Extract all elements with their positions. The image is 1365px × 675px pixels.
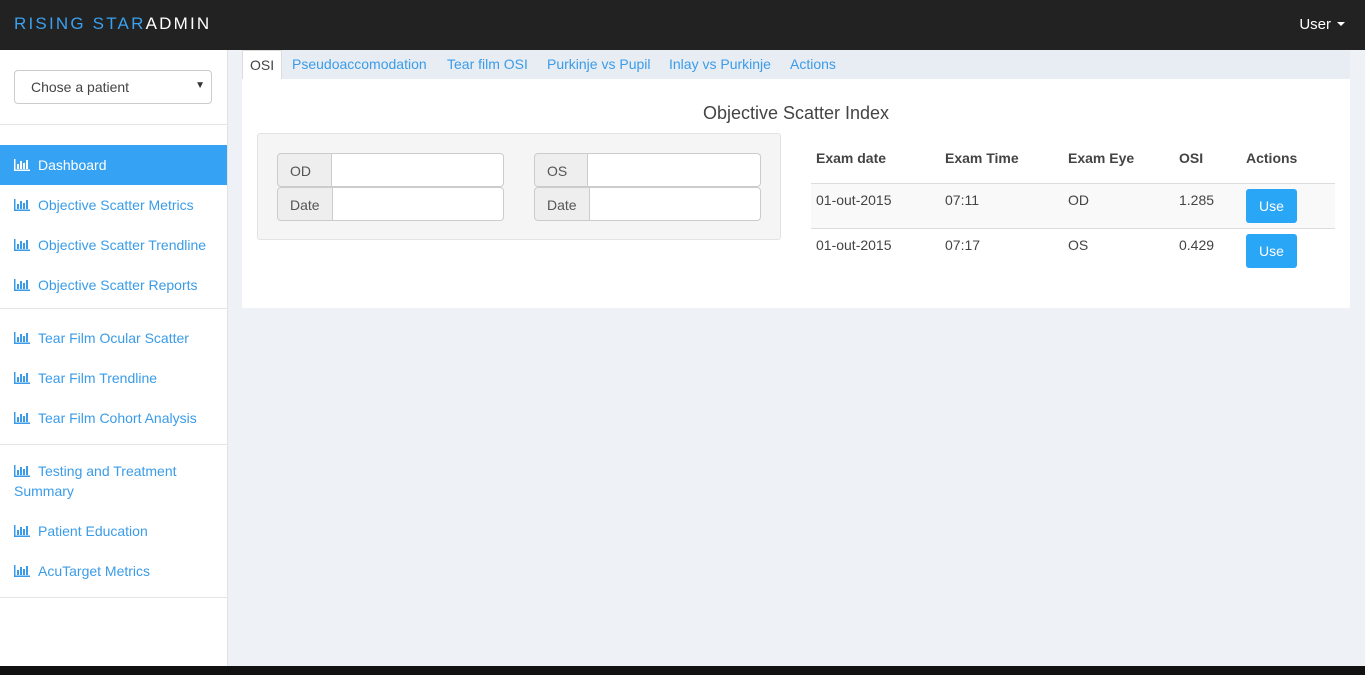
- tab-osi[interactable]: OSI: [242, 50, 283, 79]
- sidebar-item-label: Tear Film Ocular Scatter: [38, 330, 189, 346]
- bar-chart-icon: [14, 372, 30, 384]
- sidebar-item-label: AcuTarget Metrics: [38, 563, 151, 579]
- patient-select-value: Chose a patient: [31, 79, 130, 95]
- patient-select[interactable]: Chose a patient ▼: [14, 70, 212, 104]
- tab-tear-film-osi[interactable]: Tear film OSI: [447, 50, 528, 79]
- cell-osi: 1.285: [1179, 192, 1215, 208]
- sidebar-item-tear-film-cohort-analysis[interactable]: Tear Film Cohort Analysis: [0, 408, 227, 428]
- sidebar-item-label: Dashboard: [38, 157, 107, 173]
- sidebar-item-objective-scatter-trendline[interactable]: Objective Scatter Trendline: [0, 235, 227, 255]
- os-date-label: Date: [534, 187, 590, 221]
- sidebar-divider: [0, 597, 228, 598]
- use-button[interactable]: Use: [1246, 234, 1297, 268]
- cell-exam-time: 07:11: [945, 192, 979, 208]
- sidebar-item-label: Patient Education: [38, 523, 148, 539]
- sidebar-divider: [0, 444, 228, 445]
- brand-name-part2: ADMIN: [145, 14, 212, 33]
- bar-chart-icon: [14, 279, 30, 291]
- brand-logo[interactable]: RISING STARADMIN: [14, 14, 211, 34]
- os-input[interactable]: [588, 153, 761, 187]
- bar-chart-icon: [14, 239, 30, 251]
- user-menu-dropdown[interactable]: User: [1299, 16, 1345, 33]
- sidebar-item-label: Objective Scatter Trendline: [38, 237, 207, 253]
- tab-actions[interactable]: Actions: [790, 50, 836, 79]
- sidebar-item-label: Tear Film Trendline: [38, 370, 158, 386]
- od-field-group: OD: [277, 153, 504, 187]
- sidebar-item-objective-scatter-metrics[interactable]: Objective Scatter Metrics: [0, 195, 227, 215]
- bar-chart-icon: [14, 465, 30, 477]
- os-date-input[interactable]: [590, 187, 761, 221]
- cell-exam-date: 01-out-2015: [816, 237, 892, 253]
- sidebar-item-acutarget-metrics[interactable]: AcuTarget Metrics: [0, 561, 227, 581]
- bar-chart-icon: [14, 332, 30, 344]
- bar-chart-icon: [14, 159, 30, 171]
- sidebar-item-tear-film-trendline[interactable]: Tear Film Trendline: [0, 368, 227, 388]
- sidebar-item-label: Tear Film Cohort Analysis: [38, 410, 197, 426]
- sidebar-item-objective-scatter-reports[interactable]: Objective Scatter Reports: [0, 275, 227, 295]
- header-actions: Actions: [1246, 150, 1298, 166]
- sidebar-item-label: Objective Scatter Reports: [38, 277, 198, 293]
- sidebar-divider: [0, 308, 228, 309]
- os-field-group: OS: [534, 153, 761, 187]
- dropdown-arrow-icon: ▼: [195, 80, 205, 91]
- cell-exam-eye: OD: [1068, 192, 1089, 208]
- cell-exam-date: 01-out-2015: [816, 192, 892, 208]
- tab-bar: OSI Pseudoaccomodation Tear film OSI Pur…: [242, 50, 1350, 79]
- user-menu-label: User: [1299, 16, 1331, 33]
- table-row: 01-out-2015 07:17 OS 0.429 Use: [811, 228, 1335, 273]
- main-panel: OSI Pseudoaccomodation Tear film OSI Pur…: [242, 50, 1350, 308]
- sidebar-divider: [0, 124, 228, 125]
- exam-form: OD Date OS Date: [257, 133, 781, 240]
- tab-pseudoaccomodation[interactable]: Pseudoaccomodation: [292, 50, 427, 79]
- od-date-label: Date: [277, 187, 333, 221]
- caret-down-icon: [1337, 22, 1345, 26]
- sidebar-item-patient-education[interactable]: Patient Education: [0, 521, 227, 541]
- sidebar-item-tear-film-ocular-scatter[interactable]: Tear Film Ocular Scatter: [0, 328, 227, 348]
- table-row: 01-out-2015 07:11 OD 1.285 Use: [811, 183, 1335, 228]
- od-date-field-group: Date: [277, 187, 504, 221]
- bar-chart-icon: [14, 412, 30, 424]
- cell-exam-time: 07:17: [945, 237, 981, 253]
- sidebar-item-label: Testing and Treatment Summary: [14, 463, 177, 499]
- os-date-field-group: Date: [534, 187, 761, 221]
- bar-chart-icon: [14, 199, 30, 211]
- od-input[interactable]: [332, 153, 504, 187]
- os-label: OS: [534, 153, 588, 187]
- header-exam-eye: Exam Eye: [1068, 150, 1135, 166]
- od-date-input[interactable]: [333, 187, 504, 221]
- sidebar-item-testing-treatment-summary[interactable]: Testing and Treatment Summary: [0, 461, 200, 501]
- brand-name-part1: RISING STAR: [14, 14, 146, 33]
- tab-inlay-vs-purkinje[interactable]: Inlay vs Purkinje: [669, 50, 771, 79]
- header-exam-date: Exam date: [816, 150, 887, 166]
- sidebar-item-label: Objective Scatter Metrics: [38, 197, 194, 213]
- od-label: OD: [277, 153, 332, 187]
- sidebar-item-dashboard[interactable]: Dashboard: [0, 145, 227, 185]
- cell-exam-eye: OS: [1068, 237, 1089, 253]
- tab-purkinje-vs-pupil[interactable]: Purkinje vs Pupil: [547, 50, 651, 79]
- header-osi: OSI: [1179, 150, 1204, 166]
- header-exam-time: Exam Time: [945, 150, 1019, 166]
- bar-chart-icon: [14, 525, 30, 537]
- sidebar: Chose a patient ▼ Dashboard Objective Sc…: [0, 50, 228, 666]
- bar-chart-icon: [14, 565, 30, 577]
- top-navbar: RISING STARADMIN User: [0, 0, 1365, 50]
- page-title: Objective Scatter Index: [702, 103, 890, 123]
- use-button[interactable]: Use: [1246, 189, 1297, 223]
- cell-osi: 0.429: [1179, 237, 1215, 253]
- bottom-bar: [0, 666, 1365, 675]
